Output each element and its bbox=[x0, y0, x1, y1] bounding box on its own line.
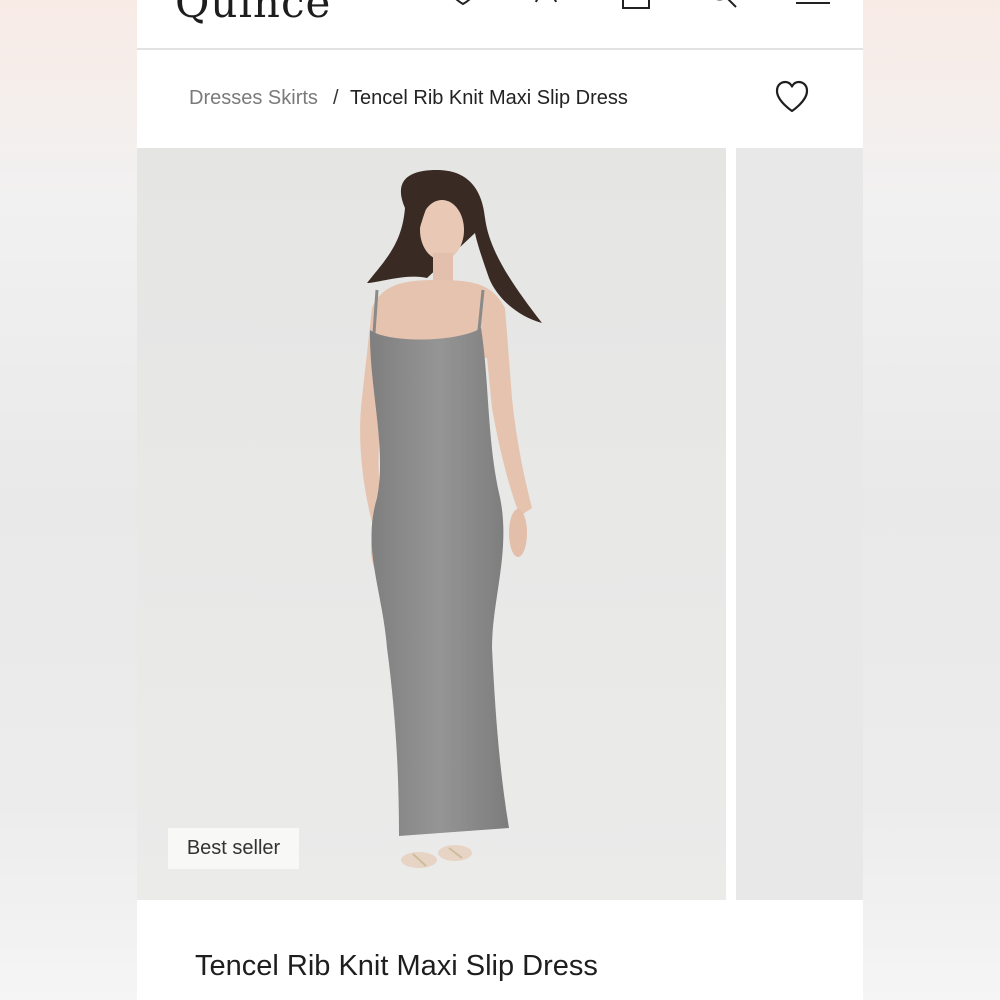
product-image-main[interactable]: Best seller bbox=[137, 148, 726, 900]
top-nav: Quince bbox=[137, 0, 863, 50]
product-image-next[interactable] bbox=[736, 148, 863, 900]
heart-icon[interactable] bbox=[448, 0, 478, 10]
product-gallery[interactable]: Best seller bbox=[137, 148, 863, 900]
left-backdrop bbox=[0, 0, 137, 1000]
breadcrumb-current: Tencel Rib Knit Maxi Slip Dress bbox=[350, 87, 628, 109]
breadcrumb: Dresses Skirts / Tencel Rib Knit Maxi Sl… bbox=[137, 52, 863, 148]
bag-icon[interactable] bbox=[621, 0, 651, 10]
right-backdrop bbox=[863, 0, 1000, 1000]
search-icon[interactable] bbox=[708, 0, 738, 10]
best-seller-badge: Best seller bbox=[168, 828, 299, 869]
product-title: Tencel Rib Knit Maxi Slip Dress bbox=[195, 950, 598, 982]
menu-icon[interactable] bbox=[795, 0, 831, 10]
breadcrumb-separator: / bbox=[333, 87, 339, 109]
product-page: Quince Dresses Skirts / Tencel Rib Knit … bbox=[137, 0, 863, 1000]
brand-logo[interactable]: Quince bbox=[175, 0, 331, 27]
wishlist-heart-icon[interactable] bbox=[773, 80, 811, 116]
model-illustration bbox=[137, 148, 726, 900]
account-icon[interactable] bbox=[531, 0, 561, 10]
breadcrumb-parent-link[interactable]: Dresses Skirts bbox=[189, 87, 318, 110]
